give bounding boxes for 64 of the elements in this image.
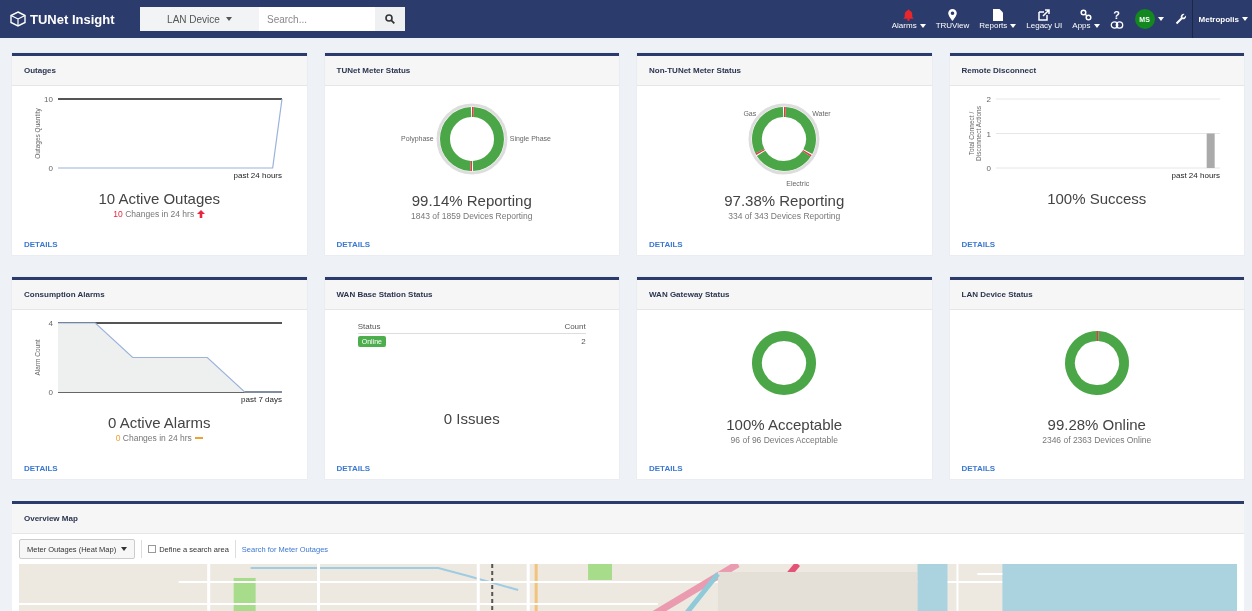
card-headline: 99.14% Reporting xyxy=(411,192,532,209)
card-subline: 1843 of 1859 Devices Reporting xyxy=(411,211,533,221)
nav-menu-item[interactable]: Reports xyxy=(974,8,1022,30)
details-link[interactable]: DETAILS xyxy=(24,464,58,473)
tick-label: 0 xyxy=(986,164,991,173)
app-name: TUNet Insight xyxy=(30,11,115,27)
details-link[interactable]: DETAILS xyxy=(649,240,683,249)
card-title: Non-TUNet Meter Status xyxy=(637,56,932,86)
caret-icon xyxy=(1157,17,1164,21)
checkbox[interactable] xyxy=(148,545,157,553)
card-headline: 99.28% Online xyxy=(1047,416,1146,433)
details-link[interactable]: DETAILS xyxy=(336,240,371,249)
details-link[interactable]: DETAILS xyxy=(24,240,58,249)
nav-menu-item[interactable]: Apps xyxy=(1067,8,1105,30)
details-link[interactable]: DETAILS xyxy=(649,464,683,473)
card-headline: 0 Issues xyxy=(443,410,500,427)
tick-label: 2 xyxy=(986,95,991,104)
nav-menu-item[interactable]: ? xyxy=(1104,9,1129,29)
tick-label: 0 xyxy=(48,164,54,173)
tenant-dropdown[interactable]: Metropolis xyxy=(1191,0,1252,38)
card-subline: 334 of 343 Devices Reporting xyxy=(728,211,841,221)
search-icon xyxy=(385,14,395,24)
card-headline: 0 Active Alarms xyxy=(107,414,211,431)
panel-title: Overview Map xyxy=(12,504,1244,534)
details-link[interactable]: DETAILS xyxy=(336,464,371,473)
tick-label: 4 xyxy=(48,319,54,328)
tick-label: 0 xyxy=(48,388,54,397)
scope-dropdown[interactable]: LAN Device xyxy=(140,7,259,31)
column-header: Count xyxy=(564,322,586,331)
card-title: LAN Device Status xyxy=(949,280,1244,310)
axis-title: past 24 hours xyxy=(1171,171,1220,180)
caret-icon xyxy=(121,547,128,551)
search-field[interactable]: Search... xyxy=(259,7,375,31)
caret-icon xyxy=(225,17,232,21)
cube-logo-icon xyxy=(10,11,26,27)
nav-menu-item[interactable]: TRUView xyxy=(930,8,975,30)
change-summary: 0 Changes in 24 hrs xyxy=(115,433,192,443)
nav-menu-item[interactable]: Alarms xyxy=(886,8,931,30)
caret-icon xyxy=(1242,17,1248,21)
card-headline: 100% Success xyxy=(1047,190,1147,207)
card-subline: 2346 of 2363 Devices Online xyxy=(1042,435,1152,445)
card-headline: 10 Active Outages xyxy=(98,190,221,207)
card-title: Consumption Alarms xyxy=(12,280,307,310)
details-link[interactable]: DETAILS xyxy=(961,464,996,473)
axis-title: past 7 days xyxy=(241,395,283,404)
axis-title: past 24 hours xyxy=(233,171,283,180)
tick-label: 1 xyxy=(986,129,991,139)
card-title: WAN Base Station Status xyxy=(324,280,619,310)
card-headline: 97.38% Reporting xyxy=(724,192,845,209)
card-subline: 96 of 96 Devices Acceptable xyxy=(730,435,838,445)
nav-menu-item[interactable]: Legacy UI xyxy=(1021,8,1068,30)
table-cell: 2 xyxy=(581,337,586,346)
search-button[interactable] xyxy=(375,7,405,31)
card-title: TUNet Meter Status xyxy=(324,56,619,86)
change-summary: 10 Changes in 24 hrs xyxy=(113,209,195,219)
tick-label: 10 xyxy=(44,95,54,104)
card-headline: 100% Acceptable xyxy=(726,416,843,433)
card-title: Outages xyxy=(12,56,307,86)
card-title: Remote Disconnect xyxy=(949,56,1244,86)
wrench-icon xyxy=(1174,13,1187,25)
chart-bar xyxy=(1206,133,1215,168)
column-header: Status xyxy=(357,322,381,331)
details-link[interactable]: DETAILS xyxy=(961,240,996,249)
card-title: WAN Gateway Status xyxy=(637,280,932,310)
